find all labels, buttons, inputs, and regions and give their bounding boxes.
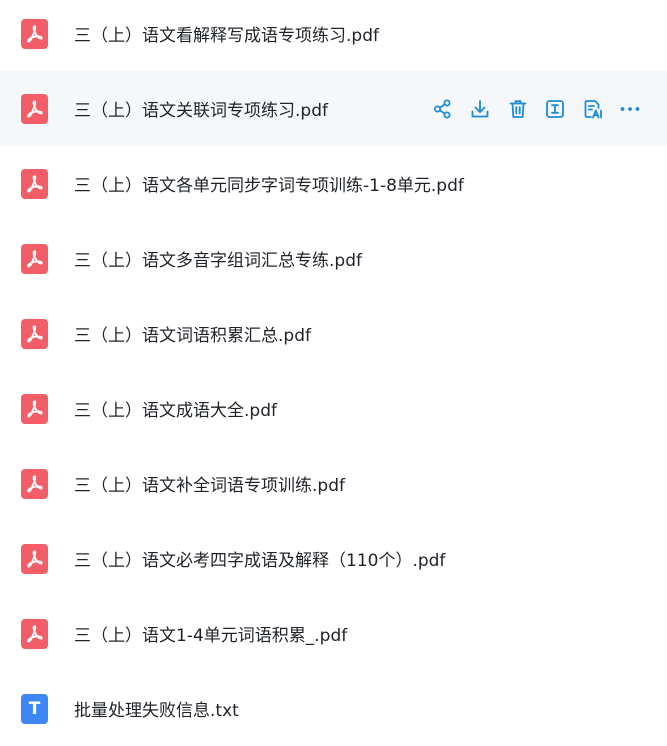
file-name[interactable]: 三（上）语文补全词语专项训练.pdf xyxy=(74,471,345,496)
file-name[interactable]: 三（上）语文1-4单元词语积累_.pdf xyxy=(74,621,347,646)
pdf-file-icon xyxy=(21,18,48,49)
file-row[interactable]: 三（上）语文多音字组词汇总专练.pdf xyxy=(0,221,667,296)
acrobat-glyph xyxy=(27,100,43,118)
pdf-file-icon xyxy=(21,468,48,499)
file-row[interactable]: 三（上）语文看解释写成语专项练习.pdf xyxy=(0,0,667,71)
pdf-file-icon xyxy=(21,168,48,199)
file-name[interactable]: 三（上）语文看解释写成语专项练习.pdf xyxy=(74,21,379,46)
delete-button[interactable] xyxy=(499,95,537,123)
more-icon xyxy=(620,106,640,111)
file-row[interactable]: 三（上）语文成语大全.pdf xyxy=(0,371,667,446)
pdf-file-icon xyxy=(21,618,48,649)
file-name[interactable]: 三（上）语文必考四字成语及解释（110个）.pdf xyxy=(74,546,445,571)
download-icon xyxy=(471,99,489,117)
file-name[interactable]: 三（上）语文成语大全.pdf xyxy=(74,396,277,421)
file-name[interactable]: 三（上）语文词语积累汇总.pdf xyxy=(74,321,311,346)
acrobat-glyph xyxy=(27,475,43,493)
txt-file-icon: T xyxy=(21,693,48,724)
file-row[interactable]: T 批量处理失败信息.txt xyxy=(0,671,667,746)
acrobat-glyph xyxy=(27,550,43,568)
acrobat-glyph xyxy=(27,325,43,343)
pdf-file-icon xyxy=(21,393,48,424)
more-button[interactable] xyxy=(612,95,650,123)
text-recognition-icon xyxy=(546,99,565,118)
file-row[interactable]: 三（上）语文必考四字成语及解释（110个）.pdf xyxy=(0,521,667,596)
file-row[interactable]: 三（上）语文词语积累汇总.pdf xyxy=(0,296,667,371)
ai-document-icon xyxy=(584,99,602,118)
file-row[interactable]: 三（上）语文各单元同步字词专项训练-1-8单元.pdf xyxy=(0,146,667,221)
file-name[interactable]: 三（上）语文多音字组词汇总专练.pdf xyxy=(74,246,362,271)
file-list: 三（上）语文看解释写成语专项练习.pdf 三（上）语文关联词专项练习.pdf 三… xyxy=(0,0,667,745)
pdf-file-icon xyxy=(21,318,48,349)
acrobat-glyph xyxy=(27,625,43,643)
file-name[interactable]: 三（上）语文关联词专项练习.pdf xyxy=(74,96,328,121)
file-row[interactable]: 三（上）语文1-4单元词语积累_.pdf xyxy=(0,596,667,671)
file-name[interactable]: 三（上）语文各单元同步字词专项训练-1-8单元.pdf xyxy=(74,171,464,196)
pdf-file-icon xyxy=(21,543,48,574)
file-row[interactable]: 三（上）语文关联词专项练习.pdf xyxy=(0,71,667,146)
pdf-file-icon xyxy=(21,93,48,124)
ai-document-button[interactable] xyxy=(574,95,612,123)
acrobat-glyph xyxy=(27,250,43,268)
download-button[interactable] xyxy=(462,95,500,123)
text-recognition-button[interactable] xyxy=(537,95,575,123)
pdf-file-icon xyxy=(21,243,48,274)
acrobat-glyph xyxy=(27,175,43,193)
row-actions xyxy=(424,95,649,123)
delete-icon xyxy=(509,99,527,118)
acrobat-glyph xyxy=(27,25,43,43)
file-row[interactable]: 三（上）语文补全词语专项训练.pdf xyxy=(0,446,667,521)
acrobat-glyph xyxy=(27,400,43,418)
share-button[interactable] xyxy=(424,95,462,123)
share-icon xyxy=(433,99,451,118)
file-name[interactable]: 批量处理失败信息.txt xyxy=(74,696,239,721)
